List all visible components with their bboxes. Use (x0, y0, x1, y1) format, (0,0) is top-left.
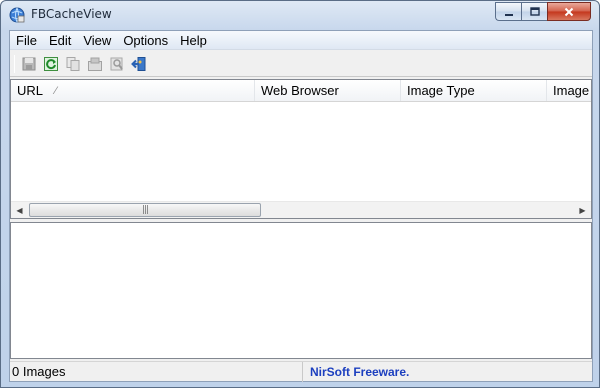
scroll-right-button[interactable]: ▶ (574, 202, 591, 218)
minimize-icon (504, 13, 513, 16)
close-icon (564, 7, 574, 16)
horizontal-scrollbar[interactable]: ◀ ||| ▶ (11, 201, 591, 218)
maximize-icon (529, 6, 540, 16)
list-header: URL ⁄ Web Browser Image Type Image (11, 80, 591, 102)
caption-buttons (495, 2, 591, 21)
sort-ascending-icon: ⁄ (55, 85, 57, 97)
refresh-button[interactable] (40, 53, 62, 75)
app-globe-icon (9, 7, 25, 23)
chevron-left-icon: ◀ (16, 205, 23, 215)
refresh-icon (44, 56, 58, 71)
scroll-thumb[interactable]: ||| (29, 203, 261, 217)
properties-icon (88, 57, 102, 71)
save-button[interactable] (18, 53, 40, 75)
status-bar: 0 Images NirSoft Freeware. (10, 361, 592, 382)
scroll-left-button[interactable]: ◀ (11, 202, 28, 218)
exit-icon (131, 56, 146, 71)
nirsoft-link[interactable]: NirSoft Freeware. (306, 362, 592, 382)
minimize-button[interactable] (495, 2, 521, 21)
find-icon (110, 57, 123, 70)
column-header-label: URL (17, 83, 44, 98)
menu-options[interactable]: Options (117, 31, 174, 50)
chevron-right-icon: ▶ (579, 205, 586, 215)
menu-bar: File Edit View Options Help (10, 31, 592, 50)
exit-button[interactable] (128, 53, 150, 75)
column-header-label: Image (553, 83, 590, 98)
grip-icon: ||| (141, 205, 149, 215)
save-icon (22, 57, 36, 70)
properties-button[interactable] (84, 53, 106, 75)
copy-icon (66, 56, 80, 71)
maximize-button[interactable] (521, 2, 547, 21)
find-button[interactable] (106, 53, 128, 75)
status-image-count: 0 Images (10, 362, 303, 382)
toolbar (10, 51, 592, 77)
menu-file[interactable]: File (10, 31, 43, 50)
column-header-image[interactable]: Image (547, 80, 591, 101)
column-header-label: Web Browser (261, 83, 339, 98)
menu-help[interactable]: Help (174, 31, 213, 50)
column-header-url[interactable]: URL ⁄ (11, 80, 255, 101)
client-area: File Edit View Options Help URL ⁄ Web Br… (9, 30, 593, 382)
details-pane[interactable] (10, 222, 592, 359)
toolbar-separator (14, 54, 15, 73)
copy-button[interactable] (62, 53, 84, 75)
close-button[interactable] (547, 2, 591, 21)
menu-view[interactable]: View (77, 31, 117, 50)
column-header-image-type[interactable]: Image Type (401, 80, 547, 101)
list-body[interactable] (11, 103, 591, 201)
column-header-web-browser[interactable]: Web Browser (255, 80, 401, 101)
menu-edit[interactable]: Edit (43, 31, 77, 50)
title-bar[interactable]: FBCacheView (1, 1, 599, 29)
app-window: FBCacheView File Edit View Options Help (0, 0, 600, 388)
column-header-label: Image Type (407, 83, 475, 98)
window-title: FBCacheView (31, 7, 112, 21)
image-list[interactable]: URL ⁄ Web Browser Image Type Image ◀ |||… (10, 79, 592, 219)
